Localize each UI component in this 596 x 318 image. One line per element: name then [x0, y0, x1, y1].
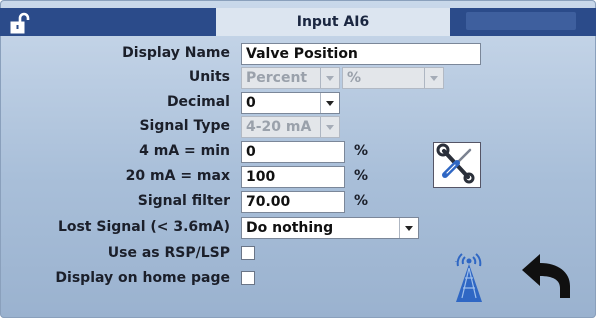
screwdriver-wrench-icon [436, 143, 475, 184]
display-name-label: Display Name [122, 45, 230, 61]
decimal-label: Decimal [166, 94, 230, 110]
wireless-tower-icon[interactable] [446, 250, 492, 304]
max-unit: % [354, 168, 369, 184]
signal-filter-input[interactable]: 70.00 [241, 191, 345, 213]
max-input[interactable]: 100 [241, 166, 345, 188]
use-as-rsp-checkbox[interactable] [241, 246, 255, 260]
signal-filter-label: Signal filter [137, 193, 230, 209]
page-title: Input AI6 [216, 8, 450, 36]
min-input[interactable]: 0 [241, 141, 345, 163]
tools-button[interactable] [433, 142, 481, 188]
display-home-checkbox[interactable] [241, 271, 255, 285]
chevron-down-icon [320, 93, 339, 113]
min-unit: % [354, 143, 369, 159]
lost-signal-value: Do nothing [246, 220, 334, 236]
signal-type-value: 4-20 mA [246, 119, 312, 135]
lost-signal-label: Lost Signal (< 3.6mA) [57, 219, 230, 235]
units-symbol-value: % [347, 70, 362, 86]
max-label: 20 mA = max [125, 168, 230, 184]
display-name-input[interactable]: Valve Position [241, 43, 481, 65]
signal-filter-unit: % [354, 193, 369, 209]
chevron-down-icon [320, 117, 339, 137]
chevron-down-icon [399, 218, 418, 238]
decimal-value: 0 [246, 95, 256, 111]
title-bar: Input AI6 [0, 8, 596, 36]
chevron-down-icon [320, 68, 339, 88]
units-type-value: Percent [246, 70, 308, 86]
decimal-dropdown[interactable]: 0 [241, 92, 340, 114]
chevron-down-icon [424, 68, 443, 88]
back-arrow-icon[interactable] [520, 250, 574, 300]
lost-signal-dropdown[interactable]: Do nothing [241, 217, 419, 239]
unlocked-padlock-icon[interactable] [8, 12, 30, 34]
units-label: Units [188, 69, 230, 85]
signal-type-dropdown[interactable]: 4-20 mA [241, 116, 340, 138]
display-home-label: Display on home page [55, 270, 230, 286]
use-as-rsp-label: Use as RSP/LSP [107, 245, 230, 261]
signal-type-label: Signal Type [139, 118, 230, 134]
title-bar-accent [466, 12, 576, 30]
min-label: 4 mA = min [139, 143, 230, 159]
units-type-dropdown[interactable]: Percent [241, 67, 340, 89]
input-config-screen: Input AI6 Display Name Valve Position Un… [0, 0, 596, 318]
units-symbol-dropdown[interactable]: % [342, 67, 444, 89]
